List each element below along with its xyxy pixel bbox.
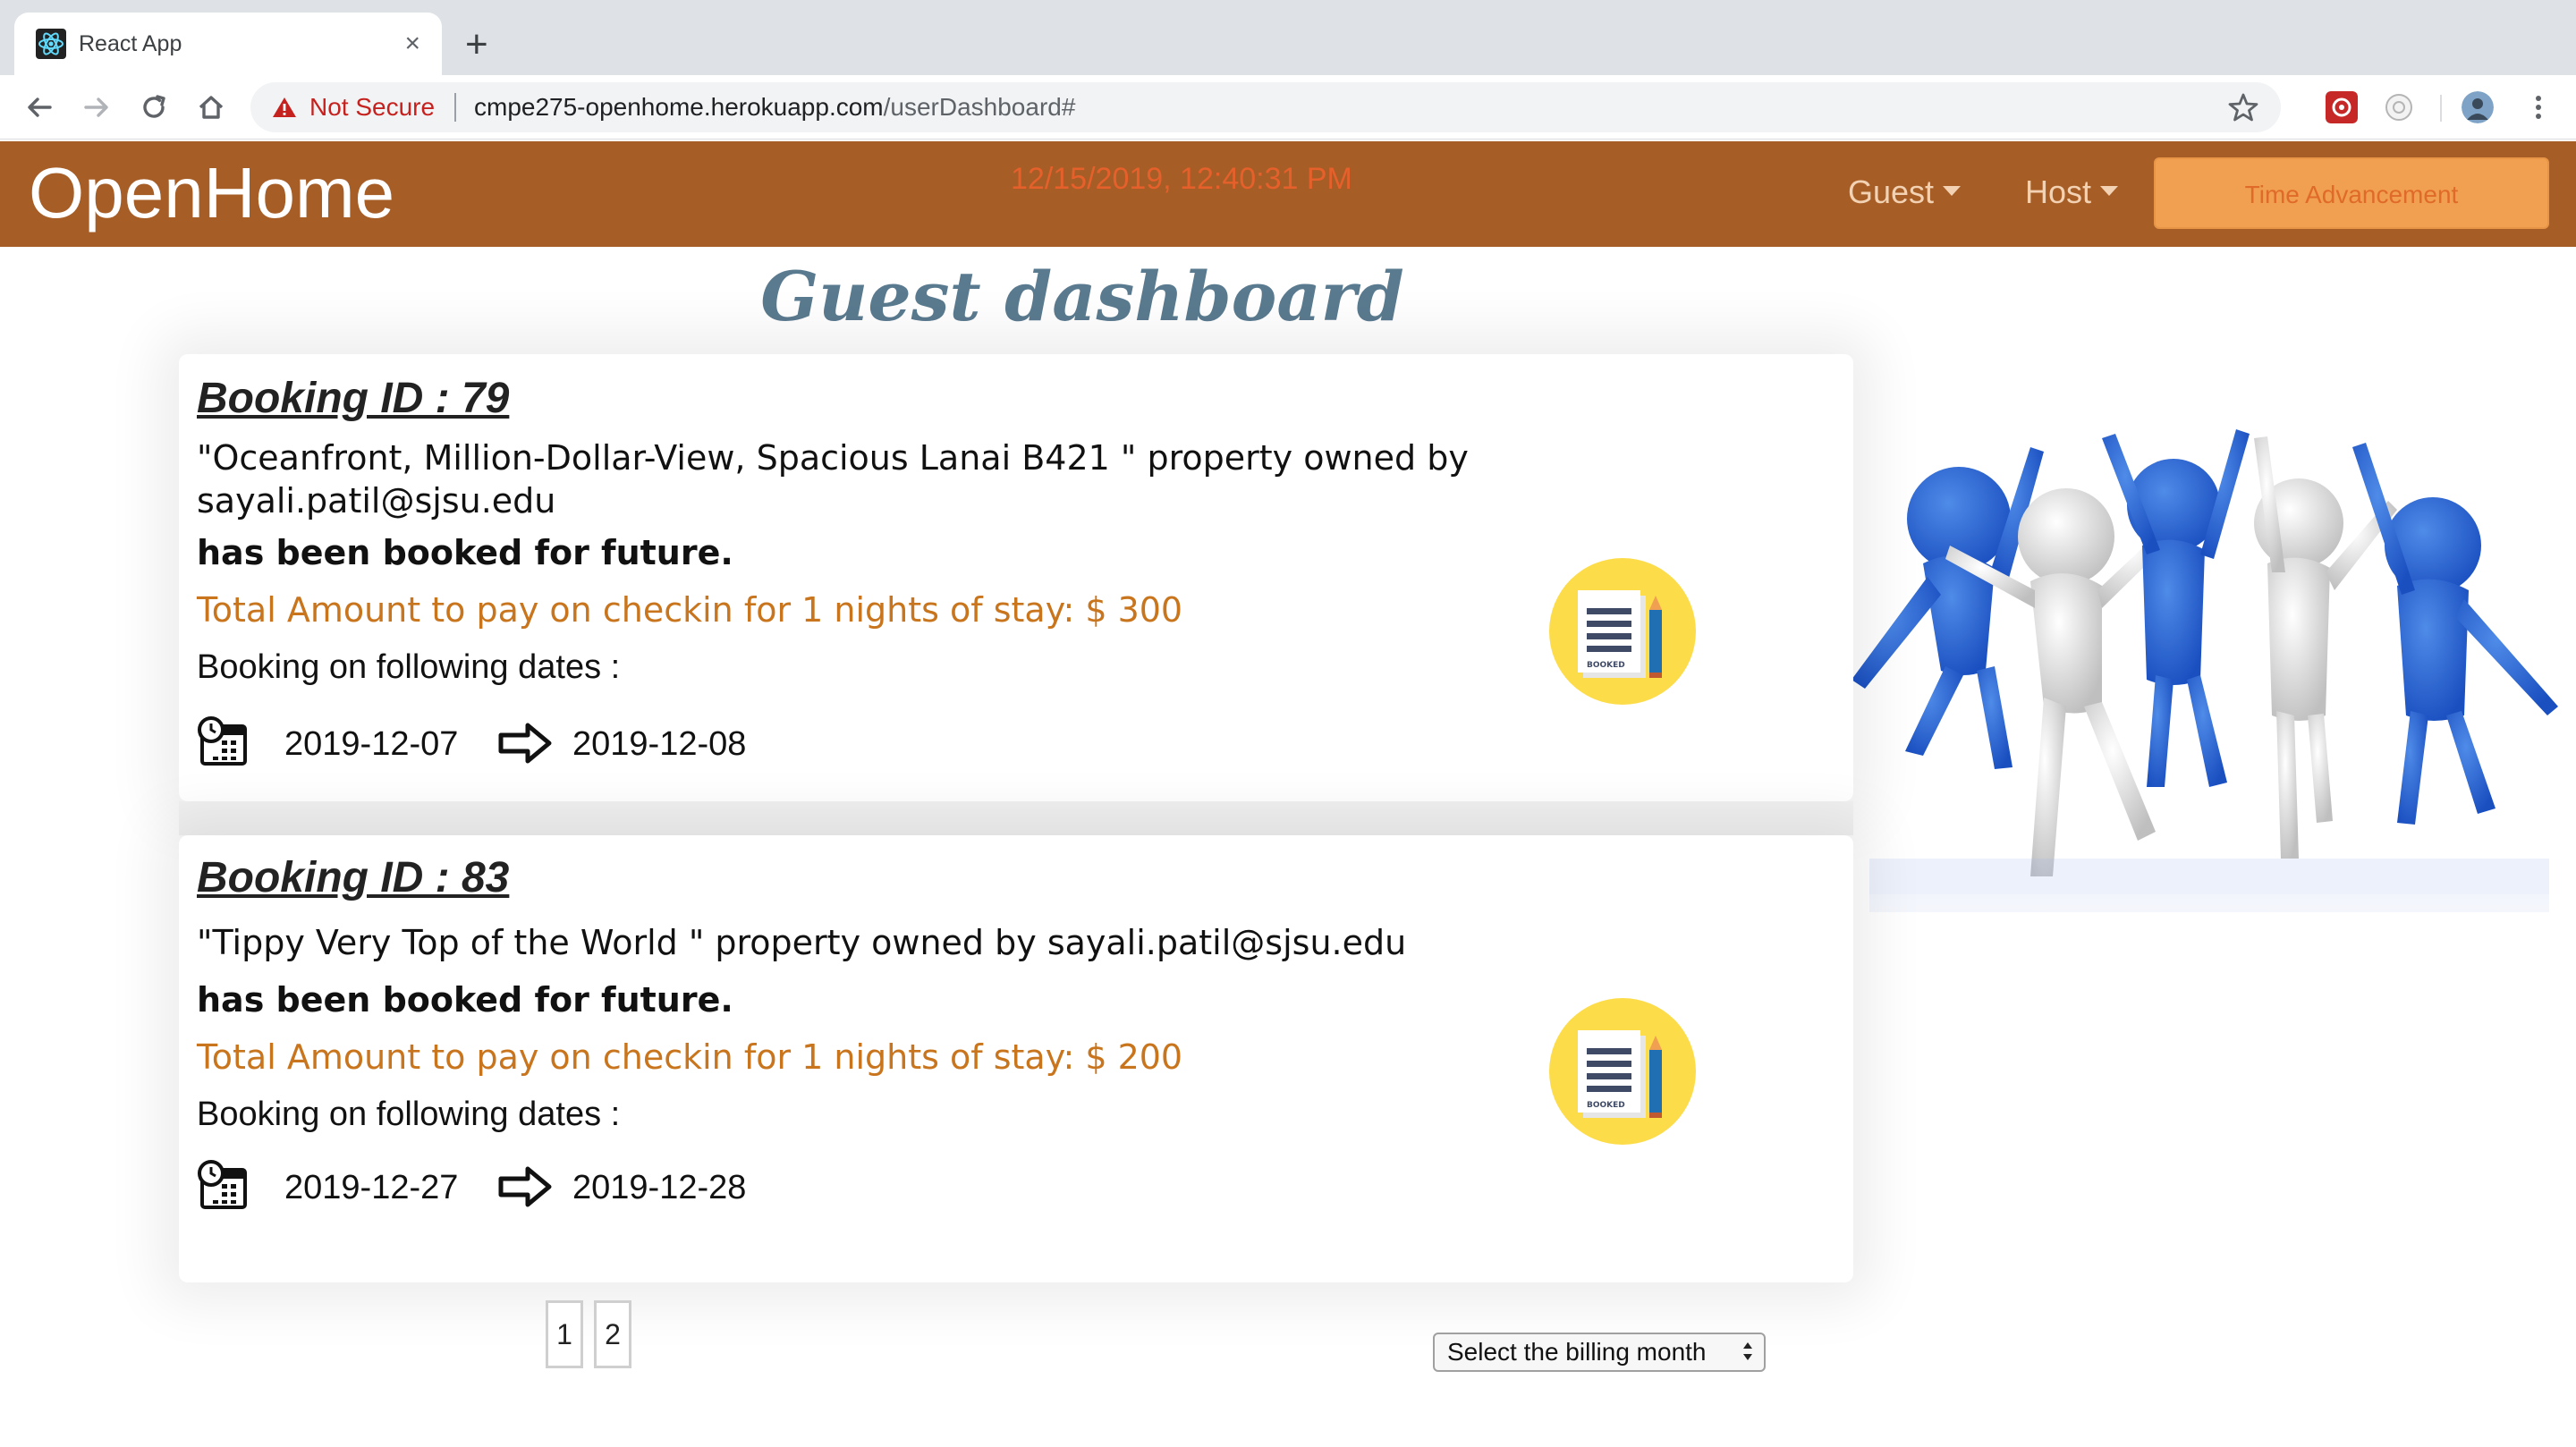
booked-document-icon: BOOKED	[1549, 998, 1696, 1145]
guest-dropdown[interactable]: Guest	[1848, 173, 1962, 211]
arrow-right-icon	[498, 723, 552, 764]
booking-amount: Total Amount to pay on checkin for 1 nig…	[197, 1037, 1183, 1077]
tab-title: React App	[79, 31, 182, 56]
warning-icon	[273, 97, 296, 117]
booking-id: Booking ID : 83	[197, 854, 510, 901]
checkin-date: 2019-12-27	[284, 1169, 459, 1206]
host-dropdown-label: Host	[2025, 173, 2092, 210]
browser-menu-icon[interactable]	[2522, 91, 2555, 123]
browser-toolbar: Not Secure cmpe275-openhome.herokuapp.co…	[0, 75, 2576, 140]
figure-blue-2	[2102, 429, 2250, 787]
forward-arrow-icon[interactable]	[79, 89, 114, 125]
figure-blue-3	[2352, 443, 2558, 825]
home-icon[interactable]	[193, 89, 229, 125]
extension-red-icon[interactable]	[2326, 91, 2358, 123]
card-divider	[179, 801, 1853, 835]
toolbar-divider	[2440, 95, 2442, 122]
back-arrow-icon[interactable]	[21, 89, 57, 125]
browser-tab[interactable]: React App ×	[14, 13, 442, 75]
billing-month-placeholder: Select the billing month	[1447, 1338, 1707, 1366]
booking-card: Booking ID : 83 "Tippy Very Top of the W…	[179, 835, 1853, 1282]
time-advancement-button[interactable]: Time Advancement	[2154, 157, 2549, 229]
omnibox-divider	[454, 93, 456, 122]
browser-tabstrip: React App × +	[0, 0, 2576, 75]
select-updown-icon	[1743, 1342, 1752, 1360]
booking-description: "Tippy Very Top of the World " property …	[197, 923, 1407, 962]
dates-label: Booking on following dates :	[197, 648, 621, 686]
caret-down-icon	[2100, 185, 2119, 196]
host-dropdown[interactable]: Host	[2025, 173, 2119, 211]
url-host: cmpe275-openhome.herokuapp.com	[474, 93, 884, 121]
checkin-date: 2019-12-07	[284, 725, 459, 763]
url-text[interactable]: cmpe275-openhome.herokuapp.com/userDashb…	[474, 93, 1075, 122]
booked-badge-text: BOOKED	[1587, 1101, 1625, 1110]
calendar-clock-icon	[198, 716, 247, 766]
figure-blue-1	[1852, 447, 2044, 769]
booking-id: Booking ID : 79	[197, 375, 510, 422]
system-clock: 12/15/2019, 12:40:31 PM	[1011, 162, 1352, 196]
checkout-date: 2019-12-28	[572, 1169, 747, 1206]
url-path: /userDashboard#	[883, 93, 1076, 121]
booking-amount: Total Amount to pay on checkin for 1 nig…	[197, 590, 1183, 630]
booking-status: has been booked for future.	[197, 533, 733, 572]
calendar-clock-icon	[198, 1160, 247, 1209]
address-bar[interactable]: Not Secure cmpe275-openhome.herokuapp.co…	[250, 82, 2281, 132]
booking-card: Booking ID : 79 "Oceanfront, Million-Dol…	[179, 354, 1853, 801]
app-navbar: OpenHome 12/15/2019, 12:40:31 PM Guest H…	[0, 141, 2576, 247]
not-secure-label[interactable]: Not Secure	[309, 93, 435, 122]
new-tab-button[interactable]: +	[465, 25, 488, 64]
booking-status: has been booked for future.	[197, 980, 733, 1020]
checkout-date: 2019-12-08	[572, 725, 747, 763]
booking-description: "Oceanfront, Million-Dollar-View, Spacio…	[197, 438, 1469, 520]
extension-gray-icon[interactable]	[2383, 91, 2415, 123]
page-button[interactable]: 2	[594, 1300, 631, 1368]
booked-badge-text: BOOKED	[1587, 661, 1625, 670]
celebrating-people-illustration	[1816, 429, 2576, 1020]
guest-dropdown-label: Guest	[1848, 173, 1935, 210]
dates-label: Booking on following dates :	[197, 1096, 621, 1133]
reload-icon[interactable]	[136, 89, 172, 125]
tab-close-icon[interactable]: ×	[404, 29, 420, 59]
caret-down-icon	[1943, 185, 1962, 196]
arrow-right-icon	[498, 1166, 552, 1207]
react-favicon-icon	[36, 29, 66, 59]
page-button[interactable]: 1	[546, 1300, 583, 1368]
profile-avatar[interactable]	[2462, 91, 2494, 123]
brand-logo[interactable]: OpenHome	[29, 150, 394, 236]
page-title: Guest dashboard	[760, 257, 1404, 336]
bookmark-star-icon[interactable]	[2227, 91, 2259, 123]
booked-document-icon: BOOKED	[1549, 558, 1696, 705]
billing-month-select[interactable]: Select the billing month	[1433, 1333, 1766, 1372]
